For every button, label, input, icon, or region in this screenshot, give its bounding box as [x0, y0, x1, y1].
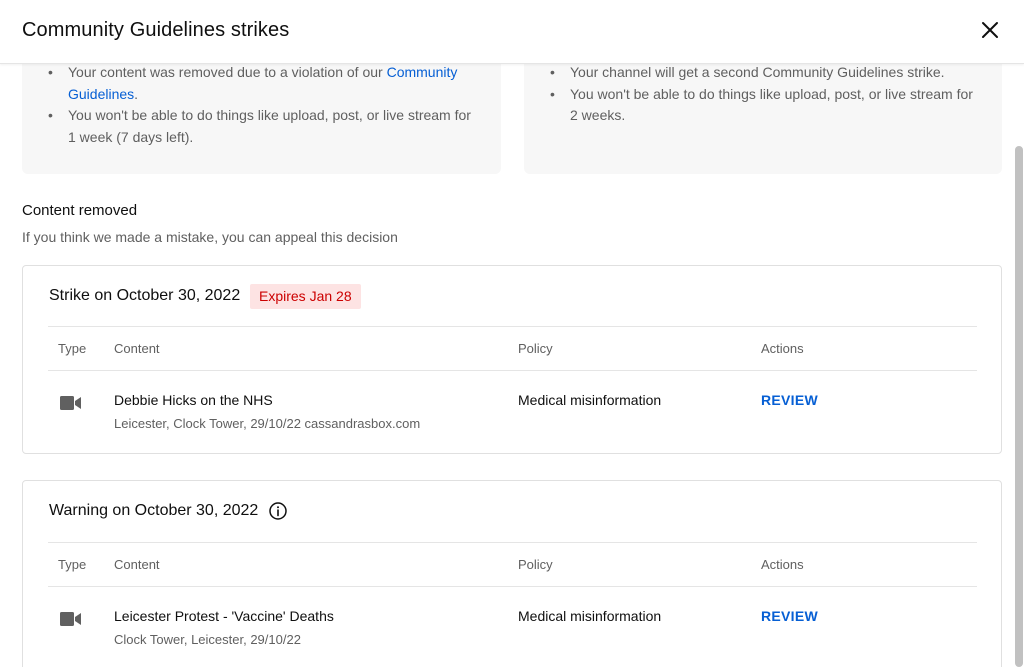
close-icon[interactable]	[976, 16, 1004, 44]
consequence-item: Your content was removed due to a violat…	[44, 62, 474, 105]
policy-name: Medical misinformation	[518, 392, 662, 408]
strike-card: Strike on October 30, 2022 Expires Jan 2…	[22, 265, 1002, 454]
next-strike-item: Your channel will get a second Community…	[546, 62, 976, 84]
strike-card-title: Strike on October 30, 2022	[49, 287, 241, 304]
content-subtitle: Leicester, Clock Tower, 29/10/22 cassand…	[114, 416, 421, 431]
table-header: Type Content Policy Actions	[48, 326, 977, 371]
column-header-actions: Actions	[761, 557, 804, 572]
section-title: Content removed	[22, 202, 138, 219]
column-header-type: Type	[58, 557, 87, 572]
table-row: Debbie Hicks on the NHS Leicester, Clock…	[48, 372, 977, 452]
dialog-title: Community Guidelines strikes	[22, 19, 290, 41]
content-title: Debbie Hicks on the NHS	[114, 392, 273, 408]
section-subtitle: If you think we made a mistake, you can …	[22, 229, 398, 245]
column-header-type: Type	[58, 341, 87, 356]
column-header-content: Content	[114, 341, 160, 356]
next-strike-panel: Your channel will get a second Community…	[524, 62, 1002, 174]
column-header-actions: Actions	[761, 341, 804, 356]
info-circle-icon[interactable]	[268, 501, 288, 521]
review-button[interactable]: REVIEW	[761, 608, 818, 624]
table-header: Type Content Policy Actions	[48, 542, 977, 587]
strike-consequences-panel: Your content was removed due to a violat…	[22, 62, 501, 174]
content-title: Leicester Protest - 'Vaccine' Deaths	[114, 608, 334, 624]
policy-name: Medical misinformation	[518, 608, 662, 624]
column-header-policy: Policy	[518, 341, 553, 356]
content-subtitle: Clock Tower, Leicester, 29/10/22	[114, 632, 301, 647]
review-button[interactable]: REVIEW	[761, 392, 818, 408]
next-strike-item: You won't be able to do things like uplo…	[546, 84, 976, 127]
scrollbar-thumb[interactable]	[1015, 146, 1023, 667]
column-header-content: Content	[114, 557, 160, 572]
column-header-policy: Policy	[518, 557, 553, 572]
expires-badge: Expires Jan 28	[250, 284, 361, 309]
warning-card-title: Warning on October 30, 2022	[49, 502, 259, 519]
video-camera-icon	[60, 612, 81, 626]
dialog-header: Community Guidelines strikes	[0, 0, 1024, 64]
warning-card: Warning on October 30, 2022 Type Content…	[22, 480, 1002, 667]
table-row: Leicester Protest - 'Vaccine' Deaths Clo…	[48, 588, 977, 667]
consequence-item: You won't be able to do things like uplo…	[44, 105, 474, 148]
video-camera-icon	[60, 396, 81, 410]
